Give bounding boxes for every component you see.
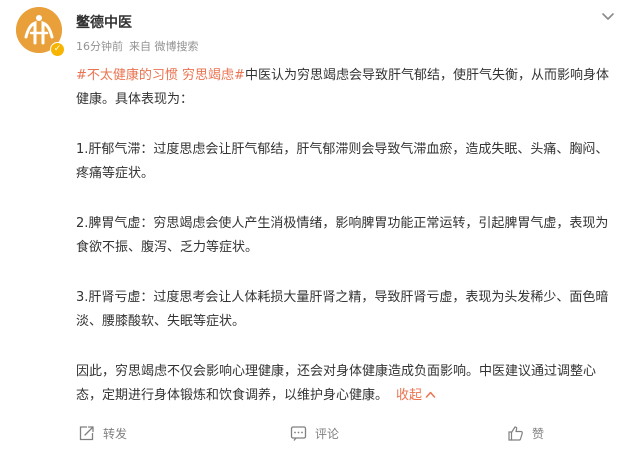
thumbs-up-icon [508,425,523,441]
chevron-down-icon[interactable] [600,8,616,24]
collapse-label: 收起 [396,388,423,403]
conclusion-text: 因此，穷思竭虑不仅会影响心理健康，还会对身体健康造成负面影响。中医建议通过调整心… [76,364,597,403]
comment-label: 评论 [315,426,340,441]
repost-button[interactable]: 转发 [78,423,127,443]
point-2: 2.脾胃气虚：穷思竭虑会使人产生消极情绪，影响脾胃功能正常运转，引起脾胃气虚，表… [76,216,609,255]
chevron-up-icon [425,391,436,398]
post-meta: 16分钟前 来自 微博搜索 [76,38,205,54]
post-actions: 转发 评论 赞 [0,417,631,449]
like-button[interactable]: 赞 [507,423,544,443]
post-header: ✓ 鳖德中医 16分钟前 来自 微博搜索 [0,0,631,62]
repost-icon [79,425,94,440]
point-3: 3.肝肾亏虚：过度思考会让人体耗损大量肝肾之精，导致肝肾亏虚，表现为头发稀少、面… [76,290,609,329]
conclusion-paragraph: 因此，穷思竭虑不仅会影响心理健康，还会对身体健康造成负面影响。中医建议通过调整心… [76,360,616,408]
verified-badge-icon: ✓ [50,42,65,57]
point-1: 1.肝郁气滞：过度思虑会让肝气郁结，肝气郁滞则会导致气滞血瘀，造成失眠、头痛、胸… [76,142,609,181]
post-source: 来自 微博搜索 [129,40,199,53]
post-time[interactable]: 16分钟前 [76,40,123,53]
intro-paragraph: #不太健康的习惯 穷思竭虑#中医认为穷思竭虑会导致肝气郁结，使肝气失衡，从而影响… [76,64,616,112]
comment-button[interactable]: 评论 [290,423,339,443]
post-content: #不太健康的习惯 穷思竭虑#中医认为穷思竭虑会导致肝气郁结，使肝气失衡，从而影响… [76,64,616,408]
collapse-button[interactable]: 收起 [396,388,436,403]
hashtag-link[interactable]: 穷思竭虑# [182,68,245,83]
like-label: 赞 [532,426,545,441]
author-name[interactable]: 鳖德中医 [76,12,132,32]
hashtag-link[interactable]: #不太健康的习惯 [76,68,178,83]
repost-label: 转发 [103,426,128,441]
comment-icon [290,425,307,441]
